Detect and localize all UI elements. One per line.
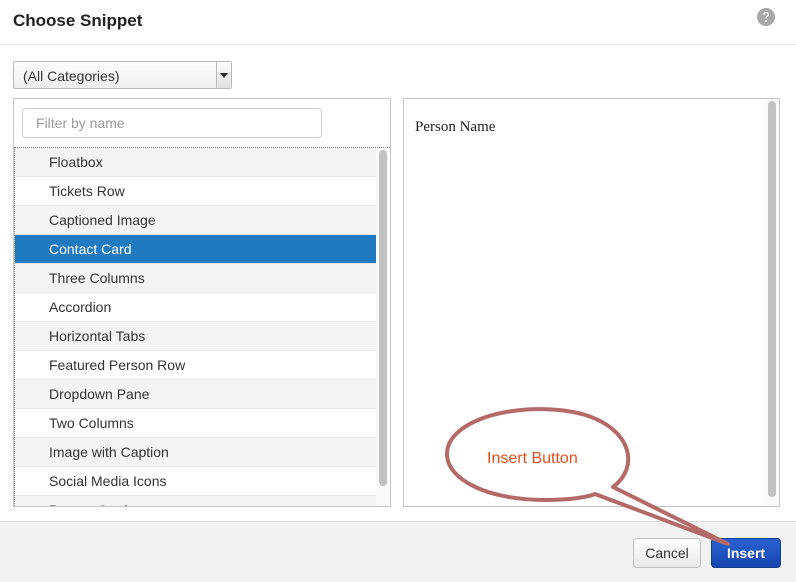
snippet-list-panel: FloatboxTickets RowCaptioned ImageContac… — [13, 98, 391, 507]
list-item-selected[interactable]: Contact Card — [15, 235, 376, 264]
list-item[interactable]: Two Columns — [15, 409, 376, 438]
snippet-preview-panel: Person Name — [403, 98, 780, 507]
list-item[interactable]: Horizontal Tabs — [15, 322, 376, 351]
dialog-footer: Cancel Insert — [0, 521, 796, 582]
preview-scrollbar[interactable] — [765, 99, 779, 506]
chevron-down-icon[interactable] — [216, 62, 231, 88]
snippet-list-scrollbar[interactable] — [376, 148, 390, 506]
list-item[interactable]: Three Columns — [15, 264, 376, 293]
list-item[interactable]: Floatbox — [15, 148, 376, 177]
snippet-list-items: Floatbox Tickets Row Captioned Image Contac… — [15, 148, 376, 506]
preview-text: Person Name — [415, 119, 496, 135]
list-item[interactable]: Tickets Row — [15, 177, 376, 206]
dialog-header: Choose Snippet — [0, 0, 796, 45]
filter-input[interactable] — [22, 108, 322, 138]
list-item[interactable]: Person Card — [15, 496, 376, 506]
list-item[interactable]: Dropdown Pane — [15, 380, 376, 409]
dialog-title: Choose Snippet — [13, 11, 143, 30]
category-select-value: (All Categories) — [23, 68, 120, 84]
insert-button[interactable]: Insert — [711, 538, 781, 568]
preview-scrollbar-thumb[interactable] — [768, 101, 776, 497]
list-item[interactable]: Social Media Icons — [15, 467, 376, 496]
list-item[interactable]: Image with Caption — [15, 438, 376, 467]
snippet-list-scrollbar-thumb[interactable] — [379, 150, 387, 486]
cancel-button[interactable]: Cancel — [633, 538, 701, 568]
list-item[interactable]: Captioned Image — [15, 206, 376, 235]
list-item[interactable]: Featured Person Row — [15, 351, 376, 380]
list-item[interactable]: Accordion — [15, 293, 376, 322]
category-select[interactable]: (All Categories) — [13, 61, 232, 89]
question-circle-icon[interactable] — [757, 8, 775, 26]
snippet-list: Floatbox Tickets Row Captioned Image Contac… — [14, 147, 390, 506]
